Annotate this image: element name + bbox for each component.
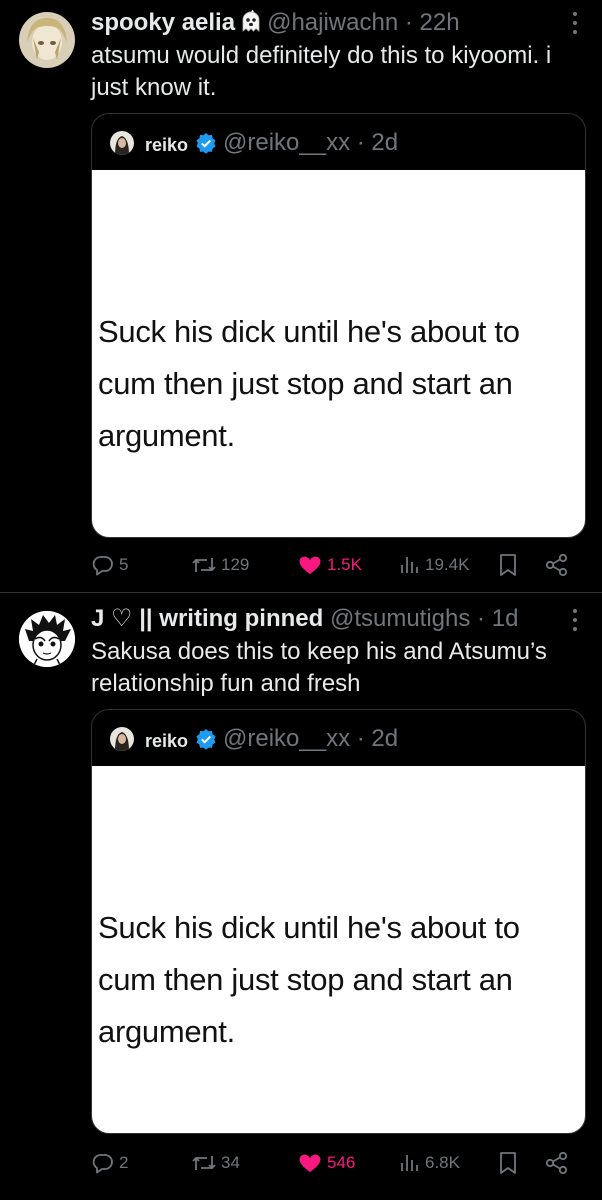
action-bar: 2 34 546 6.8K <box>91 1148 584 1178</box>
views-button[interactable]: 19.4K <box>397 550 469 580</box>
timestamp[interactable]: 22h <box>420 9 460 36</box>
user-handle[interactable]: @tsumutighs <box>330 605 470 632</box>
verified-badge-icon <box>195 728 217 750</box>
heart-icon <box>299 556 321 574</box>
repost-count: 34 <box>221 1153 240 1172</box>
quoted-image[interactable]: Suck his dick until he's about to cum th… <box>92 170 585 537</box>
separator: · <box>356 725 365 752</box>
quoted-handle: @reiko__xx <box>223 725 351 752</box>
like-button[interactable]: 546 <box>297 1148 355 1178</box>
avatar[interactable] <box>19 611 75 667</box>
bar-chart-icon <box>401 1155 418 1171</box>
reply-count: 2 <box>119 1153 129 1172</box>
quoted-meta: @reiko__xx · 2d <box>223 129 398 157</box>
quoted-handle: @reiko__xx <box>223 129 351 156</box>
repost-button[interactable]: 34 <box>191 1148 240 1178</box>
quoted-display-name: reiko <box>145 135 189 155</box>
tweet-header: spooky aelia @hajiwachn · 22h <box>91 7 552 39</box>
share-icon <box>545 553 568 577</box>
reply-button[interactable]: 2 <box>91 1148 128 1178</box>
quoted-image-text: Suck his dick until he's about to cum th… <box>98 314 520 453</box>
timestamp[interactable]: 1d <box>492 605 519 632</box>
like-count: 546 <box>327 1153 356 1172</box>
quoted-meta: @reiko__xx · 2d <box>223 725 398 753</box>
view-count: 6.8K <box>425 1153 460 1172</box>
separator: · <box>477 605 486 632</box>
bookmark-icon <box>500 1152 516 1174</box>
reply-count: 5 <box>119 555 129 574</box>
quoted-tweet-header: reiko @reiko__xx · 2d <box>92 710 585 766</box>
user-handle[interactable]: @hajiwachn <box>267 9 398 36</box>
share-button[interactable] <box>544 550 570 580</box>
more-options-icon[interactable] <box>570 12 580 38</box>
speech-bubble-icon <box>92 556 113 576</box>
verified-badge-icon <box>195 132 217 154</box>
bookmark-button[interactable] <box>496 550 520 580</box>
share-icon <box>545 1151 568 1175</box>
tweet[interactable]: spooky aelia @hajiwachn · 22h atsumu woul… <box>0 0 602 592</box>
quoted-timestamp: 2d <box>371 129 399 156</box>
repost-button[interactable]: 129 <box>191 550 249 580</box>
ghost-emoji-icon <box>239 9 263 42</box>
tweet-header: J ♡ || writing pinned @tsumutighs · 1d <box>91 603 552 635</box>
bookmark-icon <box>500 554 516 576</box>
separator: · <box>356 129 365 156</box>
tweet[interactable]: J ♡ || writing pinned @tsumutighs · 1d S… <box>0 593 602 1200</box>
reply-button[interactable]: 5 <box>91 550 128 580</box>
quoted-image[interactable]: Suck his dick until he's about to cum th… <box>92 766 585 1133</box>
repost-count: 129 <box>221 555 250 574</box>
action-bar: 5 129 1.5K 19.4K <box>91 550 584 580</box>
quoted-tweet-header: reiko @reiko__xx · 2d <box>92 114 585 170</box>
more-options-icon[interactable] <box>570 609 580 635</box>
quoted-display-name: reiko <box>145 731 189 751</box>
display-name[interactable]: spooky aelia <box>91 9 235 36</box>
view-count: 19.4K <box>425 555 470 574</box>
like-button[interactable]: 1.5K <box>297 550 362 580</box>
speech-bubble-icon <box>92 1154 113 1174</box>
display-name[interactable]: J ♡ || writing pinned <box>91 605 323 632</box>
avatar[interactable] <box>19 12 75 68</box>
bar-chart-icon <box>401 557 418 573</box>
tweet-text: Sakusa does this to keep his and Atsumu’… <box>91 638 547 697</box>
like-count: 1.5K <box>327 555 362 574</box>
quoted-avatar <box>110 727 134 751</box>
quoted-timestamp: 2d <box>371 725 399 752</box>
separator: · <box>404 9 413 36</box>
repost-arrows-icon <box>192 558 216 572</box>
quoted-tweet[interactable]: reiko @reiko__xx · 2d Suck his dick unti… <box>91 113 586 538</box>
quoted-tweet[interactable]: reiko @reiko__xx · 2d Suck his dick unti… <box>91 709 586 1134</box>
quoted-avatar <box>110 131 134 155</box>
share-button[interactable] <box>544 1148 570 1178</box>
repost-arrows-icon <box>192 1156 216 1170</box>
quoted-image-text: Suck his dick until he's about to cum th… <box>98 910 520 1049</box>
heart-icon <box>299 1154 321 1172</box>
views-button[interactable]: 6.8K <box>397 1148 460 1178</box>
bookmark-button[interactable] <box>496 1148 520 1178</box>
tweet-text: atsumu would definitely do this to kiyoo… <box>91 42 552 101</box>
